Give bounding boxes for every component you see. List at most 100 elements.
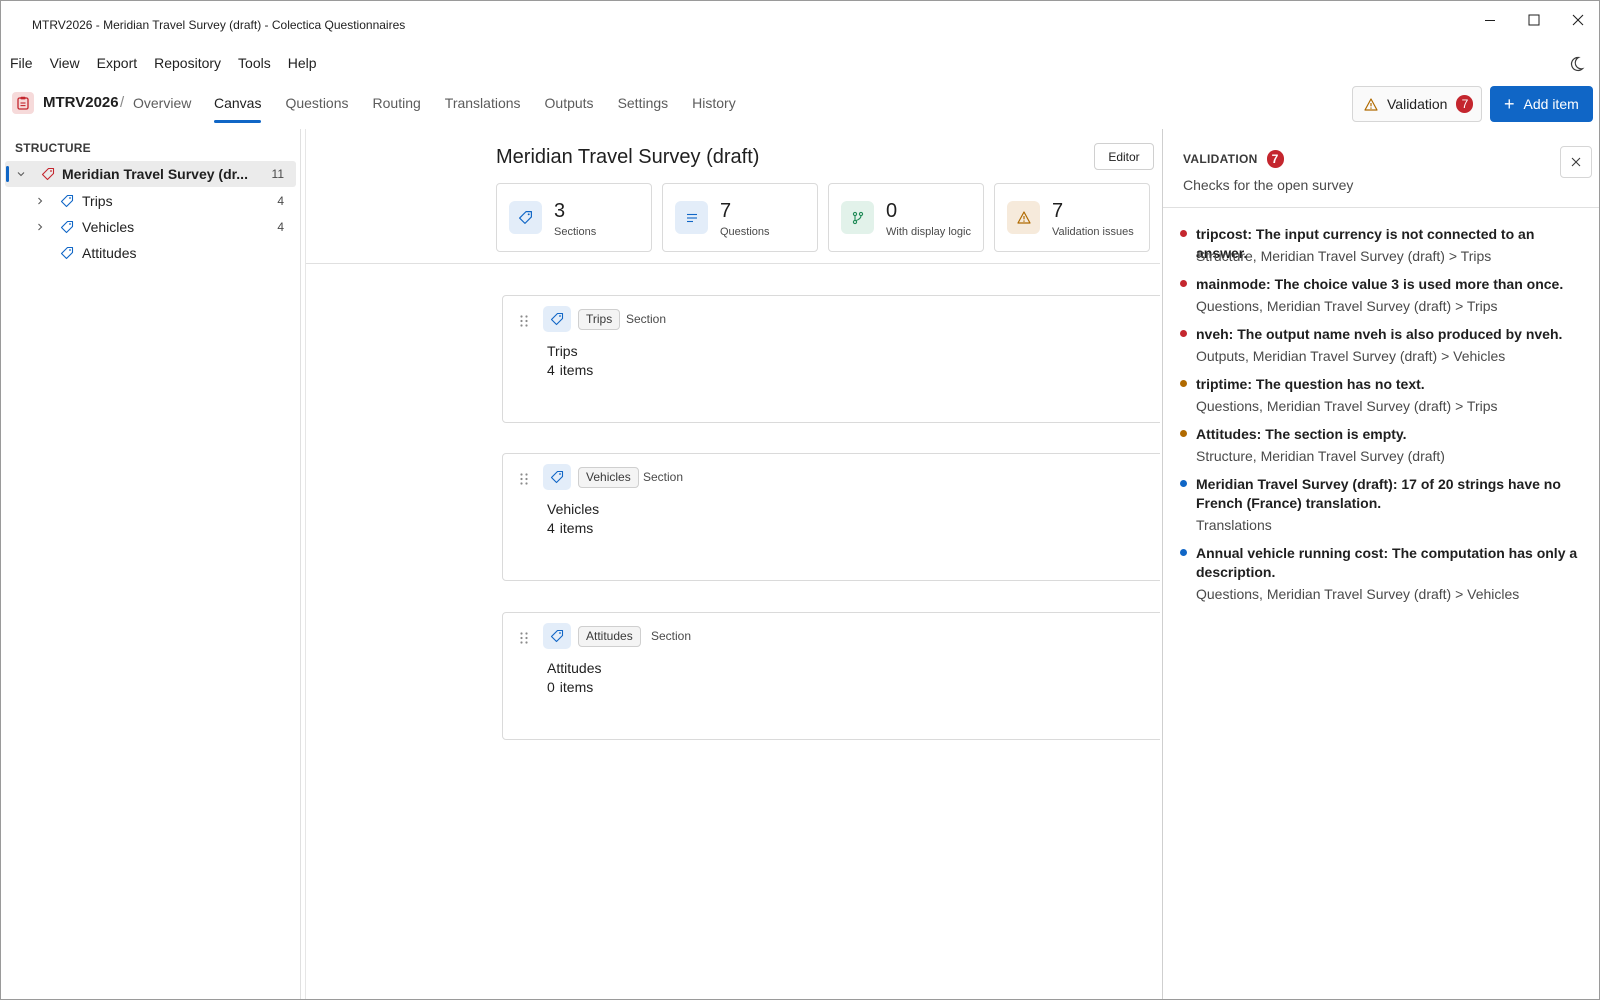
tree-item-label: Attitudes <box>82 245 137 261</box>
validation-panel-subtitle: Checks for the open survey <box>1183 177 1354 193</box>
issue-location: Questions, Meridian Travel Survey (draft… <box>1196 586 1520 602</box>
stat-value: 0 <box>886 200 898 222</box>
menu-tools[interactable]: Tools <box>229 51 279 75</box>
stat-label: Questions <box>720 226 770 238</box>
project-name[interactable]: MTRV2026 <box>43 94 119 111</box>
warning-icon <box>1007 201 1040 234</box>
item-count-word: items <box>559 679 594 695</box>
chevron-right-icon[interactable] <box>34 221 46 233</box>
tab-outputs[interactable]: Outputs <box>533 85 606 121</box>
close-window-button[interactable] <box>1556 5 1599 35</box>
stat-card-sections: 3 Sections <box>496 183 652 252</box>
editor-button[interactable]: Editor <box>1094 143 1154 170</box>
tree-item-vehicles[interactable]: Vehicles 4 <box>5 214 296 240</box>
chevron-right-icon[interactable] <box>34 195 46 207</box>
window-title: MTRV2026 - Meridian Travel Survey (draft… <box>32 18 406 32</box>
tag-icon <box>509 201 542 234</box>
canvas-header: Meridian Travel Survey (draft) Editor 3 … <box>306 129 1160 264</box>
tab-routing[interactable]: Routing <box>361 85 433 121</box>
menu-file[interactable]: File <box>1 51 41 75</box>
validation-panel-title: VALIDATION 7 <box>1183 150 1284 168</box>
section-card-attitudes[interactable]: Attitudes Section Attitudes 0 items <box>502 612 1160 740</box>
info-dot-icon <box>1180 549 1187 556</box>
minimize-button[interactable] <box>1468 5 1512 35</box>
issue-message: Attitudes: The section is empty. <box>1196 426 1407 442</box>
menu-view[interactable]: View <box>41 51 88 75</box>
section-title: Trips <box>547 343 578 359</box>
tree-item-label: Meridian Travel Survey (dr... <box>62 166 248 182</box>
menu-export[interactable]: Export <box>88 51 145 75</box>
validation-button-label: Validation <box>1387 96 1448 112</box>
add-item-button[interactable]: + Add item <box>1490 86 1593 122</box>
issue-location: Questions, Meridian Travel Survey (draft… <box>1196 398 1498 414</box>
section-type-label: Section <box>651 629 692 643</box>
stat-value: 3 <box>554 200 566 222</box>
drag-handle-icon[interactable] <box>518 314 530 328</box>
tab-questions[interactable]: Questions <box>273 85 360 121</box>
tag-icon <box>60 194 74 208</box>
tag-icon <box>41 167 55 181</box>
tag-icon <box>543 464 571 490</box>
section-item-count: 0 items <box>547 679 593 695</box>
menu-help[interactable]: Help <box>279 51 325 75</box>
error-dot-icon <box>1180 230 1187 237</box>
breadcrumb-separator: / <box>120 94 125 111</box>
section-name-chip: Attitudes <box>578 626 641 647</box>
tab-history[interactable]: History <box>680 85 748 121</box>
structure-sidebar: STRUCTURE Meridian Travel Survey (dr... … <box>1 129 301 999</box>
tag-icon <box>60 246 74 260</box>
issue-message: triptime: The question has no text. <box>1196 376 1425 392</box>
branch-icon <box>841 201 874 234</box>
add-item-label: Add item <box>1523 96 1579 112</box>
issue-message: Meridian Travel Survey (draft): 17 of 20… <box>1196 476 1561 511</box>
error-dot-icon <box>1180 330 1187 337</box>
tab-translations[interactable]: Translations <box>433 85 533 121</box>
canvas-area: Meridian Travel Survey (draft) Editor 3 … <box>305 129 1160 999</box>
sidebar-heading: STRUCTURE <box>15 141 91 155</box>
item-count-value: 4 <box>547 362 555 378</box>
stat-value: 7 <box>1052 200 1064 222</box>
tag-icon <box>60 220 74 234</box>
tab-canvas[interactable]: Canvas <box>202 85 273 123</box>
section-type-label: Section <box>643 470 684 484</box>
breadcrumb-overview[interactable]: Overview <box>133 95 191 111</box>
section-item-count: 4 items <box>547 520 593 536</box>
section-type-label: Section <box>626 312 667 326</box>
stat-label: With display logic <box>886 226 971 238</box>
validation-button[interactable]: Validation 7 <box>1352 86 1482 122</box>
tag-icon <box>543 306 571 332</box>
close-panel-button[interactable] <box>1560 146 1592 178</box>
issue-location: Structure, Meridian Travel Survey (draft… <box>1196 448 1445 464</box>
close-icon <box>1572 14 1584 26</box>
maximize-button[interactable] <box>1512 5 1556 35</box>
tree-item-trips[interactable]: Trips 4 <box>5 188 296 214</box>
drag-handle-icon[interactable] <box>518 631 530 645</box>
issue-location: Questions, Meridian Travel Survey (draft… <box>1196 298 1498 314</box>
tree-item-attitudes[interactable]: Attitudes <box>5 240 296 266</box>
section-title: Attitudes <box>547 660 602 676</box>
item-count-word: items <box>559 520 594 536</box>
app-window: MTRV2026 - Meridian Travel Survey (draft… <box>0 0 1600 1000</box>
item-count-value: 4 <box>547 520 555 536</box>
title-bar: MTRV2026 - Meridian Travel Survey (draft… <box>1 1 1599 49</box>
tag-icon <box>543 623 571 649</box>
menu-repository[interactable]: Repository <box>145 51 229 75</box>
section-card-trips[interactable]: Trips Section Trips 4 items <box>502 295 1160 423</box>
item-count-word: items <box>559 362 594 378</box>
drag-handle-icon[interactable] <box>518 472 530 486</box>
close-icon <box>1571 157 1581 167</box>
tab-settings[interactable]: Settings <box>606 85 681 121</box>
section-name-chip: Vehicles <box>578 467 639 488</box>
section-name-chip: Trips <box>578 309 621 330</box>
tree-item-count: 4 <box>277 194 284 208</box>
info-dot-icon <box>1180 480 1187 487</box>
validation-panel: VALIDATION 7 Checks for the open survey … <box>1162 129 1599 999</box>
issue-message: nveh: The output name nveh is also produ… <box>1196 326 1563 342</box>
maximize-icon <box>1528 14 1540 26</box>
section-card-vehicles[interactable]: Vehicles Section Vehicles 4 items <box>502 453 1160 581</box>
tree-item-survey[interactable]: Meridian Travel Survey (dr... 11 <box>5 161 296 187</box>
issue-location: Outputs, Meridian Travel Survey (draft) … <box>1196 348 1506 364</box>
theme-toggle-moon-icon[interactable] <box>1566 54 1586 74</box>
stat-card-display-logic: 0 With display logic <box>828 183 984 252</box>
chevron-down-icon[interactable] <box>15 168 27 180</box>
